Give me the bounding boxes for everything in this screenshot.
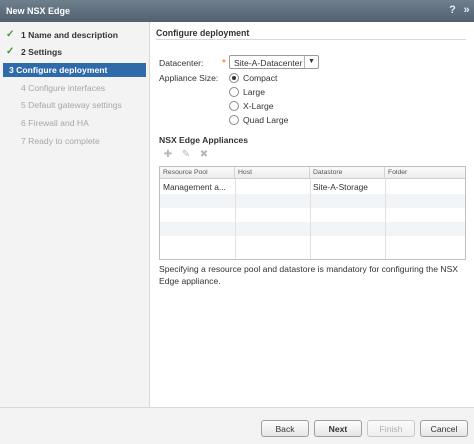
step-settings[interactable]: ✓ 2 Settings — [3, 45, 146, 59]
column-header-folder[interactable]: Folder — [385, 167, 465, 179]
edit-icon[interactable]: ✎ — [181, 150, 191, 160]
column-divider — [235, 179, 236, 259]
table-header: Resource Pool Host Datastore Folder — [160, 167, 465, 179]
mandatory-note: Specifying a resource pool and datastore… — [159, 264, 459, 286]
column-divider — [310, 179, 311, 259]
step-default-gateway-settings: 5 Default gateway settings — [3, 98, 146, 112]
column-header-host[interactable]: Host — [235, 167, 310, 179]
datacenter-label: Datacenter: — [159, 58, 204, 68]
datacenter-value: Site-A-Datacenter — [234, 58, 303, 68]
wizard-footer: Back Next Finish Cancel — [0, 407, 474, 444]
table-row-empty — [160, 222, 465, 236]
main-panel: Configure deployment Datacenter: * Site-… — [151, 22, 474, 407]
size-option-label: X-Large — [243, 101, 274, 111]
step-label: 6 Firewall and HA — [21, 118, 89, 128]
window-title: New NSX Edge — [6, 6, 71, 16]
help-icon[interactable]: ? — [446, 4, 459, 17]
radio-button[interactable] — [229, 73, 239, 83]
expand-icon[interactable]: » — [460, 4, 473, 17]
datacenter-select[interactable]: Site-A-Datacenter ▼ — [229, 55, 319, 69]
delete-icon[interactable]: ✖ — [199, 150, 209, 160]
page-title: Configure deployment — [156, 28, 250, 38]
size-option-label: Large — [243, 87, 265, 97]
radio-button[interactable] — [229, 101, 239, 111]
appliances-table: Resource Pool Host Datastore Folder Mana… — [159, 166, 466, 260]
chevron-down-icon[interactable]: ▼ — [304, 56, 318, 68]
step-ready-to-complete: 7 Ready to complete — [3, 134, 146, 148]
table-cell-datastore: Site-A-Storage — [313, 182, 368, 192]
table-row[interactable]: Management a... Site-A-Storage — [160, 180, 465, 194]
table-cell-host — [235, 180, 310, 194]
step-configure-interfaces: 4 Configure interfaces — [3, 81, 146, 95]
table-cell-folder — [385, 180, 465, 194]
appliances-title: NSX Edge Appliances — [159, 135, 248, 145]
step-label: 3 Configure deployment — [9, 65, 108, 75]
step-label: 5 Default gateway settings — [21, 100, 122, 110]
size-option-label: Quad Large — [243, 115, 289, 125]
radio-button[interactable] — [229, 87, 239, 97]
step-label: 1 Name and description — [21, 30, 118, 40]
check-icon: ✓ — [6, 29, 15, 40]
table-cell-resource-pool: Management a... — [163, 182, 226, 192]
add-icon[interactable]: ✚ — [163, 150, 173, 160]
finish-button: Finish — [367, 420, 415, 437]
wizard-steps: ✓ 1 Name and description ✓ 2 Settings 3 … — [0, 22, 150, 407]
back-button[interactable]: Back — [261, 420, 309, 437]
step-name-and-description[interactable]: ✓ 1 Name and description — [3, 28, 146, 42]
step-label: 2 Settings — [21, 47, 63, 57]
required-icon: * — [222, 58, 226, 69]
radio-button[interactable] — [229, 115, 239, 125]
column-divider — [385, 179, 386, 259]
divider — [156, 39, 466, 40]
table-row-empty — [160, 236, 465, 250]
step-label: 4 Configure interfaces — [21, 83, 106, 93]
step-label: 7 Ready to complete — [21, 136, 100, 146]
table-row-empty — [160, 208, 465, 222]
size-option-label: Compact — [243, 73, 278, 83]
window-titlebar: New NSX Edge ? » — [0, 0, 474, 22]
step-firewall-and-ha: 6 Firewall and HA — [3, 116, 146, 130]
next-button[interactable]: Next — [314, 420, 362, 437]
column-header-datastore[interactable]: Datastore — [310, 167, 385, 179]
cancel-button[interactable]: Cancel — [420, 420, 468, 437]
appliance-size-label: Appliance Size: — [159, 73, 219, 83]
table-row-empty — [160, 194, 465, 208]
check-icon: ✓ — [6, 46, 15, 57]
column-header-resource-pool[interactable]: Resource Pool — [160, 167, 235, 179]
step-configure-deployment[interactable]: 3 Configure deployment — [3, 63, 146, 77]
